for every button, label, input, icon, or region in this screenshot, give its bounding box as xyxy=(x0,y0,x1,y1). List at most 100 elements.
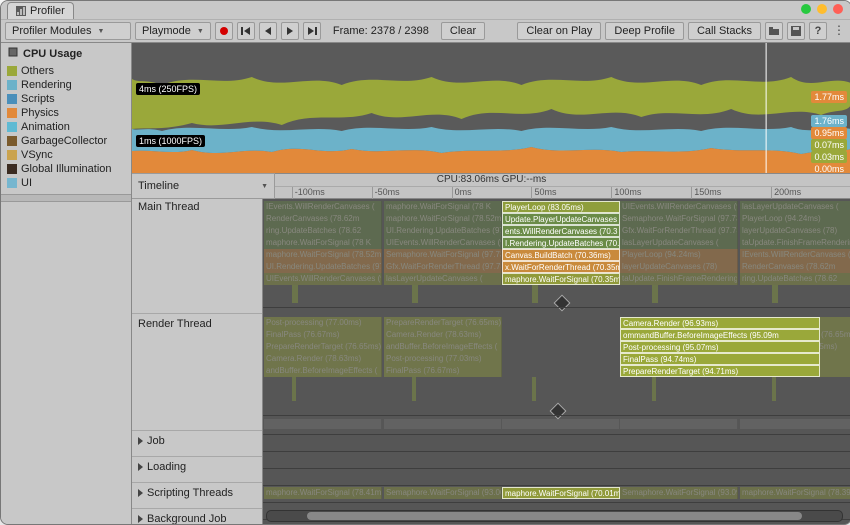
timeline-segment[interactable]: Canvas.BuildBatch (70.36ms) xyxy=(502,249,620,261)
timeline-segment[interactable]: maphore.WaitForSignal (78.52ms) xyxy=(264,249,382,261)
timeline-segment[interactable]: maphore.WaitForSignal (78.41ms) xyxy=(264,487,382,499)
category-animation[interactable]: Animation xyxy=(7,120,125,134)
timeline-segment[interactable]: ring.UpdateBatches (78.62 xyxy=(264,225,382,237)
timeline-segment[interactable]: maphore.WaitForSignal (78.52ms) xyxy=(384,213,502,225)
timeline-segment[interactable]: maphore.WaitForSignal (70.35m xyxy=(502,273,620,285)
lane-resize-grip[interactable] xyxy=(550,403,567,420)
cpu-usage-chart[interactable]: 4ms (250FPS) 1ms (1000FPS) 1.77ms 1.76ms… xyxy=(132,43,850,173)
timeline-segment[interactable]: PrepareRenderTarget (94.71ms) xyxy=(620,365,820,377)
timeline-segment[interactable] xyxy=(620,419,738,429)
timeline-segment[interactable]: maphore.WaitForSignal (78 K xyxy=(384,201,502,213)
track-scripting-threads[interactable]: Scripting Threads xyxy=(132,483,262,509)
category-ui[interactable]: UI xyxy=(7,176,125,190)
clear-button[interactable]: Clear xyxy=(441,22,485,40)
timeline-segment[interactable]: ents.WillRenderCanvases (70.3 xyxy=(502,225,620,237)
cpu-usage-header[interactable]: CPU Usage xyxy=(1,43,131,64)
timeline-segment[interactable]: x.WaitForRenderThread (70.35m xyxy=(502,261,620,273)
category-physics[interactable]: Physics xyxy=(7,106,125,120)
timeline-segment[interactable]: taUpdate.FinishFrameRendering xyxy=(740,237,850,249)
timeline-segment[interactable]: UIEvents.WillRenderCanvases (97.79ms) xyxy=(264,273,382,285)
timeline-segment[interactable]: maphore.WaitForSignal (70.01m xyxy=(502,487,620,499)
timeline-segment[interactable]: ring.UpdateBatches (78.62 xyxy=(740,273,850,285)
frame-last-button[interactable] xyxy=(303,22,321,40)
timeline-segment[interactable]: Semaphore.WaitForSignal (93.06ms) xyxy=(384,487,502,499)
timeline-segment[interactable]: PlayerLoop (83.05ms) xyxy=(502,201,620,213)
timeline-segment[interactable]: RenderCanvases (78.62m xyxy=(740,261,850,273)
timeline-segment[interactable]: Post-processing (77.03ms) xyxy=(384,353,502,365)
timeline-segment[interactable]: Gfx.WaitForRenderThread (97.73ms) xyxy=(384,261,502,273)
profiler-tab[interactable]: Profiler xyxy=(7,2,74,19)
timeline-view-dropdown[interactable]: Timeline xyxy=(132,173,275,199)
frame-prev-button[interactable] xyxy=(259,22,277,40)
timeline-segment[interactable]: FinalPass (94.74ms) xyxy=(620,353,820,365)
timeline-segment[interactable]: maphore.WaitForSignal (78.39ms) xyxy=(740,487,850,499)
timeline-segment[interactable]: Camera.Render (96.93ms) xyxy=(620,317,820,329)
timeline-segment[interactable]: Post-processing (77.00ms) xyxy=(264,317,382,329)
timeline-segment[interactable]: IEvents.WillRenderCanvases ( xyxy=(264,201,382,213)
load-button[interactable] xyxy=(765,22,783,40)
timeline-segment[interactable]: RenderCanvases (78.62m xyxy=(264,213,382,225)
horizontal-scrollbar[interactable] xyxy=(266,510,843,522)
timeline-segment[interactable]: maphore.WaitForSignal (78 K xyxy=(264,237,382,249)
timeline-segment[interactable]: layerUpdateCanvases (78) xyxy=(740,225,850,237)
category-global-illumination[interactable]: Global Illumination xyxy=(7,162,125,176)
timeline-segment[interactable]: UIEvents.WillRenderCanvases (97.79ms) xyxy=(620,201,738,213)
timeline-segment[interactable]: Gfx.WaitForRenderThread (97.73ms) xyxy=(620,225,738,237)
maximize-button[interactable] xyxy=(801,4,811,14)
call-stacks-button[interactable]: Call Stacks xyxy=(688,22,761,40)
scrollbar-thumb[interactable] xyxy=(307,512,802,520)
timeline-segment[interactable]: IEvents.WillRenderCanvases ( xyxy=(740,249,850,261)
frame-next-button[interactable] xyxy=(281,22,299,40)
timeline-segment[interactable]: UI.Rendering.UpdateBatches (97.73ms) xyxy=(384,225,502,237)
timeline-segment[interactable]: Semaphore.WaitForSignal (97.73ms) xyxy=(384,249,502,261)
timeline-segment[interactable]: Camera.Render (78.63ms) xyxy=(384,329,502,341)
deep-profile-button[interactable]: Deep Profile xyxy=(605,22,684,40)
help-button[interactable]: ? xyxy=(809,22,827,40)
timeline-segment[interactable]: Semaphore.WaitForSignal (97.73ms) xyxy=(620,213,738,225)
timeline-segment[interactable]: layerUpdateCanvases (78) xyxy=(620,261,738,273)
timeline-segment[interactable] xyxy=(502,419,620,429)
timeline-segment[interactable]: PrepareRenderTarget (76.65ms) xyxy=(264,341,382,353)
playmode-dropdown[interactable]: Playmode xyxy=(135,22,211,40)
track-main-thread[interactable]: Main Thread xyxy=(132,197,262,314)
timeline-segment[interactable]: Post-processing (95.07ms) xyxy=(620,341,820,353)
timeline-segment[interactable]: Update.PlayerUpdateCanvases ( xyxy=(502,213,620,225)
category-scripts[interactable]: Scripts xyxy=(7,92,125,106)
timeline-segment[interactable]: andBuffer.BeforeImageEffects ( xyxy=(264,365,382,377)
profiler-modules-dropdown[interactable]: Profiler Modules xyxy=(5,22,131,40)
sidebar-separator[interactable] xyxy=(1,194,131,202)
timeline-segment[interactable]: PlayerLoop (94.24ms) xyxy=(740,213,850,225)
category-garbagecollector[interactable]: GarbageCollector xyxy=(7,134,125,148)
timeline-segment[interactable]: PlayerLoop (94.24ms) xyxy=(620,249,738,261)
context-menu-button[interactable]: ⋮ xyxy=(831,22,847,38)
minimize-button[interactable] xyxy=(817,4,827,14)
timeline-segment[interactable]: lasLayerUpdateCanvases ( xyxy=(620,237,738,249)
record-button[interactable] xyxy=(215,22,233,40)
timeline-segment[interactable]: FinalPass (76.67ms) xyxy=(384,365,502,377)
timeline-segment[interactable]: Semaphore.WaitForSignal (93.09ms) xyxy=(620,487,738,499)
track-loading[interactable]: Loading xyxy=(132,457,262,483)
timeline-segment[interactable]: I.Rendering.UpdateBatches (70.3 xyxy=(502,237,620,249)
track-render-thread[interactable]: Render Thread xyxy=(132,314,262,431)
category-others[interactable]: Others xyxy=(7,64,125,78)
clear-on-play-button[interactable]: Clear on Play xyxy=(517,22,601,40)
timeline-segment[interactable]: Camera.Render (78.63ms) xyxy=(264,353,382,365)
timeline-segment[interactable] xyxy=(384,419,502,429)
timeline-segment[interactable]: UIEvents.WillRenderCanvases (97.79ms) xyxy=(384,237,502,249)
timeline-segment[interactable]: UI.Rendering.UpdateBatches (97.73ms) xyxy=(264,261,382,273)
timeline-segment[interactable]: lasLayerUpdateCanvases ( xyxy=(384,273,502,285)
save-button[interactable] xyxy=(787,22,805,40)
category-rendering[interactable]: Rendering xyxy=(7,78,125,92)
timeline-segment[interactable]: PrepareRenderTarget (76.65ms) xyxy=(384,317,502,329)
timeline-segment[interactable]: andBuffer.BeforeImageEffects ( xyxy=(384,341,502,353)
timeline-segment[interactable]: ommandBuffer.BeforeImageEffects (95.09m xyxy=(620,329,820,341)
timeline-segment[interactable]: lasLayerUpdateCanvases ( xyxy=(740,201,850,213)
timeline-segment[interactable] xyxy=(264,419,382,429)
category-vsync[interactable]: VSync xyxy=(7,148,125,162)
frame-first-button[interactable] xyxy=(237,22,255,40)
timeline-segment[interactable] xyxy=(740,419,850,429)
timeline-segment[interactable]: FinalPass (76.67ms) xyxy=(264,329,382,341)
track-job[interactable]: Job xyxy=(132,431,262,457)
close-button[interactable] xyxy=(833,4,843,14)
timeline-segment[interactable]: taUpdate.FinishFrameRendering xyxy=(620,273,738,285)
